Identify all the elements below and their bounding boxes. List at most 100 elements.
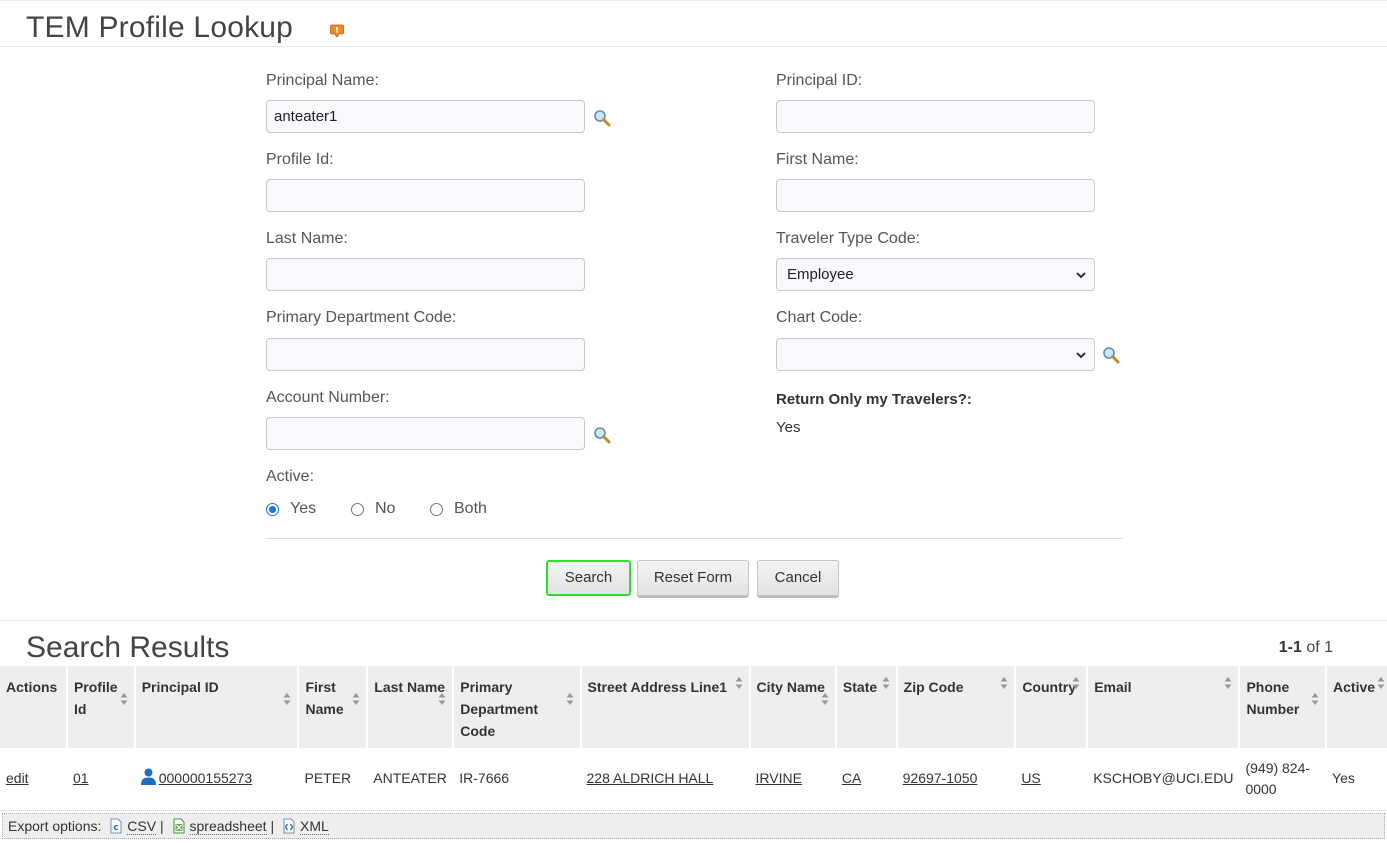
cell-profile-id: 01 — [66, 748, 135, 811]
state-link[interactable]: CA — [842, 770, 861, 786]
column-header-profile-id[interactable]: Profile Id — [66, 666, 136, 748]
title-bar: TEM Profile Lookup — [0, 0, 1387, 47]
radio-unselected-icon[interactable] — [351, 502, 364, 516]
cell-active: Yes — [1326, 748, 1387, 811]
help-icon[interactable] — [330, 24, 344, 38]
last-name-input[interactable] — [266, 258, 585, 291]
xml-file-icon[interactable] — [281, 818, 297, 834]
active-radio-yes[interactable]: Yes — [266, 500, 316, 518]
column-header-state[interactable]: State — [835, 666, 898, 748]
column-header-zip-code[interactable]: Zip Code — [896, 666, 1017, 748]
page-title: TEM Profile Lookup — [26, 11, 294, 44]
column-header-country[interactable]: Country — [1015, 666, 1089, 748]
profile-id-input[interactable] — [266, 179, 585, 212]
return-only-my-travelers-value: Yes — [776, 419, 801, 436]
street-address-link[interactable]: 228 ALDRICH HALL — [587, 770, 714, 786]
svg-text:c: c — [114, 823, 119, 833]
account-number-input[interactable] — [266, 417, 585, 450]
principal-name-label: Principal Name: — [266, 72, 379, 89]
cancel-button[interactable]: Cancel — [757, 560, 839, 596]
principal-id-label: Principal ID: — [776, 72, 863, 89]
chart-code-label: Chart Code: — [776, 309, 863, 326]
first-name-label: First Name: — [776, 151, 859, 168]
chart-code-select[interactable] — [776, 338, 1095, 371]
zip-link[interactable]: 92697-1050 — [903, 770, 978, 786]
csv-file-icon[interactable]: c — [108, 818, 124, 834]
sort-icon[interactable] — [120, 692, 128, 706]
sort-icon[interactable] — [352, 692, 360, 706]
paging-range: 1-1 — [1278, 639, 1302, 656]
cell-zip: 92697-1050 — [896, 748, 1016, 811]
traveler-type-code-select[interactable]: Employee — [776, 258, 1095, 291]
chart-code-lookup-icon[interactable] — [1102, 346, 1120, 364]
column-header-principal-id[interactable]: Principal ID — [134, 666, 300, 748]
column-header-active[interactable]: Active — [1326, 666, 1387, 748]
column-header-first-name[interactable]: First Name — [298, 666, 369, 748]
chevron-down-icon — [1076, 352, 1086, 359]
column-header-phone-number[interactable]: Phone Number — [1239, 666, 1328, 748]
edit-link[interactable]: edit — [6, 770, 29, 786]
traveler-type-code-value: Employee — [787, 266, 854, 283]
sort-icon[interactable] — [438, 692, 446, 706]
cell-primary-department-code: IR-7666 — [453, 748, 581, 811]
sort-icon[interactable] — [1000, 676, 1008, 690]
results-table: Actions Profile Id Principal ID First Na… — [0, 666, 1387, 811]
column-header-email[interactable]: Email — [1087, 666, 1241, 748]
form-divider — [266, 538, 1123, 539]
active-radio-both[interactable]: Both — [430, 500, 487, 518]
export-spreadsheet-link[interactable]: spreadsheet — [189, 818, 267, 835]
principal-name-lookup-icon[interactable] — [593, 109, 611, 127]
person-icon[interactable] — [140, 768, 156, 786]
results-paging: 1-1 of 1 — [1279, 639, 1333, 657]
sort-icon[interactable] — [1072, 676, 1080, 690]
account-number-lookup-icon[interactable] — [593, 426, 611, 444]
sort-icon[interactable] — [1224, 676, 1232, 690]
paging-total: of 1 — [1306, 639, 1333, 656]
city-link[interactable]: IRVINE — [756, 770, 802, 786]
active-label: Active: — [266, 468, 315, 485]
cell-first-name: PETER — [298, 748, 368, 811]
radio-unselected-icon[interactable] — [430, 502, 443, 516]
primary-department-code-input[interactable] — [266, 338, 585, 371]
column-header-last-name[interactable]: Last Name — [367, 666, 455, 748]
country-link[interactable]: US — [1021, 770, 1040, 786]
reset-form-button[interactable]: Reset Form — [637, 560, 749, 596]
principal-name-input[interactable]: anteater1 — [266, 100, 585, 133]
return-only-my-travelers-label: Return Only my Travelers?: — [776, 391, 972, 408]
first-name-input[interactable] — [776, 179, 1095, 212]
column-header-primary-department-code[interactable]: Primary Department Code — [453, 666, 582, 748]
principal-id-link[interactable]: 000000155273 — [159, 770, 252, 786]
profile-id-label: Profile Id: — [266, 151, 334, 168]
sort-icon[interactable] — [821, 692, 829, 706]
search-button[interactable]: Search — [546, 560, 631, 596]
column-header-city-name[interactable]: City Name — [749, 666, 837, 748]
last-name-label: Last Name: — [266, 230, 348, 247]
profile-id-link[interactable]: 01 — [73, 770, 89, 786]
cell-last-name: ANTEATER — [367, 748, 454, 811]
results-header-row: Actions Profile Id Principal ID First Na… — [0, 666, 1387, 748]
sort-icon[interactable] — [882, 676, 890, 690]
sort-icon[interactable] — [566, 692, 574, 706]
primary-department-code-label: Primary Department Code: — [266, 309, 457, 326]
active-radio-no[interactable]: No — [351, 500, 395, 518]
principal-id-input[interactable] — [776, 100, 1095, 133]
sort-icon[interactable] — [283, 692, 291, 706]
column-header-street-address[interactable]: Street Address Line1 — [580, 666, 751, 748]
sort-icon[interactable] — [735, 676, 743, 690]
radio-selected-icon[interactable] — [266, 502, 279, 516]
cell-action: edit — [0, 748, 67, 811]
cell-street-address: 228 ALDRICH HALL — [580, 748, 750, 811]
spreadsheet-file-icon[interactable] — [171, 818, 187, 834]
radio-label-both: Both — [454, 500, 487, 517]
radio-label-no: No — [375, 500, 396, 517]
radio-label-yes: Yes — [290, 500, 317, 517]
cell-country: US — [1015, 748, 1088, 811]
chevron-down-icon — [1076, 272, 1086, 279]
sort-icon[interactable] — [1377, 676, 1385, 690]
table-row: edit 01 000000155273 PETER ANTEATER IR-7… — [0, 748, 1387, 811]
export-csv-link[interactable]: CSV — [127, 818, 157, 835]
export-xml-link[interactable]: XML — [299, 818, 329, 835]
cell-state: CA — [835, 748, 897, 811]
sort-icon[interactable] — [1311, 692, 1319, 706]
cell-city: IRVINE — [749, 748, 836, 811]
